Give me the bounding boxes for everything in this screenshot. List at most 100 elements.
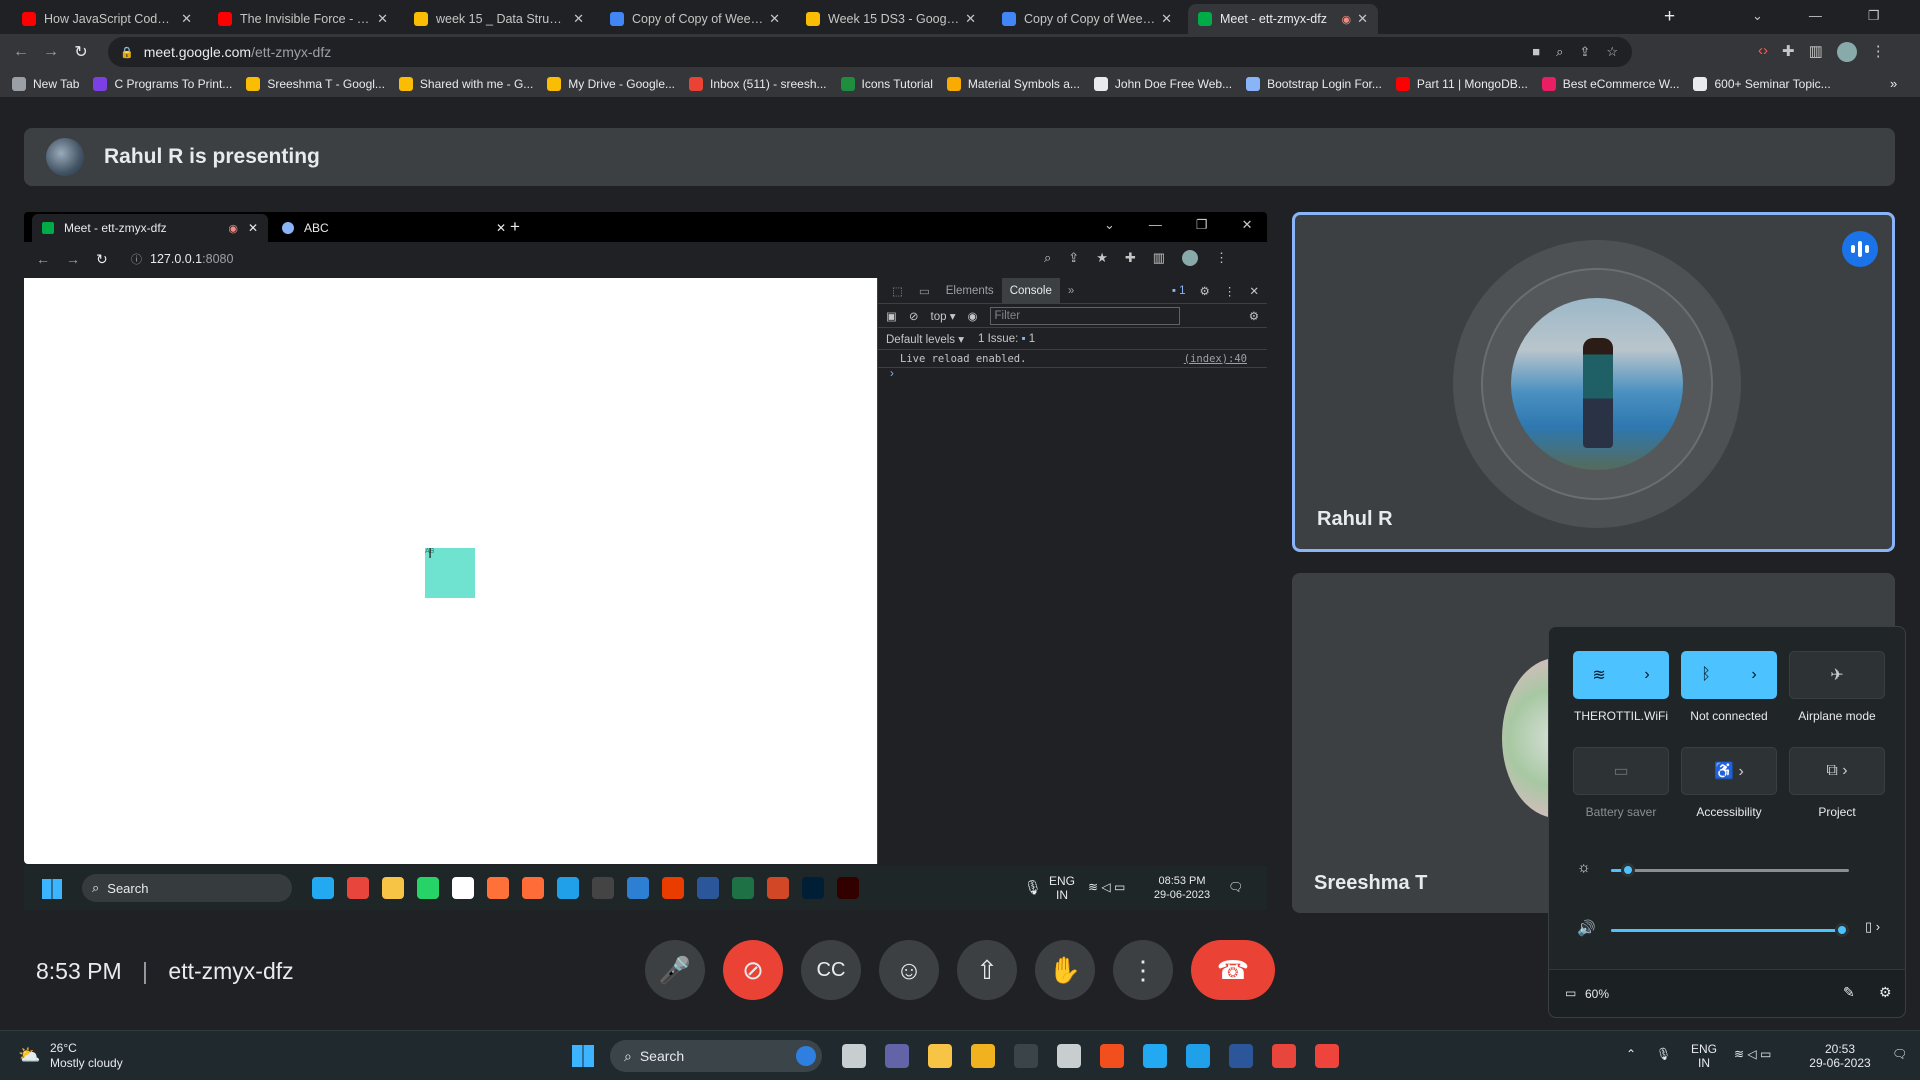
close-tab-icon[interactable]: ✕ bbox=[965, 11, 976, 27]
bookmark-item[interactable]: Shared with me - G... bbox=[398, 76, 533, 91]
chevron-down-icon[interactable]: ⌄ bbox=[1752, 8, 1763, 24]
minimize-icon[interactable]: — bbox=[1809, 8, 1822, 24]
project-toggle[interactable]: ⧉ › bbox=[1789, 747, 1885, 795]
sidepanel-icon[interactable]: ▥ bbox=[1809, 42, 1823, 62]
captions-button[interactable]: CC bbox=[801, 940, 861, 1000]
weather-widget[interactable]: 26°C Mostly cloudy bbox=[50, 1041, 123, 1071]
bookmark-item[interactable]: Icons Tutorial bbox=[840, 76, 933, 91]
brightness-knob[interactable] bbox=[1620, 863, 1635, 877]
browser-tab[interactable]: Copy of Copy of Week 3_ Data S ✕ bbox=[992, 4, 1182, 34]
vscode-icon[interactable] bbox=[1143, 1044, 1167, 1068]
bookmark-item[interactable]: Best eCommerce W... bbox=[1541, 76, 1679, 91]
app-icon[interactable] bbox=[1057, 1044, 1081, 1068]
bookmark-item[interactable]: Inbox (511) - sreesh... bbox=[689, 76, 827, 91]
dell-icon[interactable] bbox=[1014, 1044, 1038, 1068]
close-tab-icon[interactable]: ✕ bbox=[769, 11, 780, 27]
airplane-toggle[interactable]: ✈ bbox=[1789, 651, 1885, 699]
browser-tab[interactable]: How JavaScript Code is executed ✕ bbox=[12, 4, 202, 34]
windows-start-icon[interactable] bbox=[572, 1045, 594, 1067]
raise-hand-button[interactable]: ✋ bbox=[1035, 940, 1095, 1000]
camera-off-button[interactable]: ⊘ bbox=[723, 940, 783, 1000]
back-icon[interactable]: ← bbox=[6, 43, 36, 61]
camera-icon[interactable]: ■ bbox=[1532, 44, 1540, 60]
bookmark-item[interactable]: John Doe Free Web... bbox=[1093, 76, 1232, 91]
chevron-right-icon[interactable]: › bbox=[1751, 666, 1756, 684]
bluetooth-toggle[interactable]: ᛒ › bbox=[1681, 651, 1777, 699]
zoom-icon[interactable]: ⌕ bbox=[1556, 44, 1563, 60]
network-volume-battery-icons[interactable]: ≋ ◁ ▭ bbox=[1734, 1047, 1771, 1061]
bookmark-item[interactable]: My Drive - Google... bbox=[547, 76, 675, 91]
extensions-icon[interactable]: ✚ bbox=[1782, 42, 1795, 62]
bookmark-item[interactable]: Part 11 | MongoDB... bbox=[1395, 76, 1528, 91]
accessibility-toggle[interactable]: ♿ › bbox=[1681, 747, 1777, 795]
browser-tab[interactable]: Meet - ett-zmyx-dfz ◉ ✕ bbox=[1188, 4, 1378, 34]
browser-tab[interactable]: week 15 _ Data Structure - Goog ✕ bbox=[404, 4, 594, 34]
anydesk-icon[interactable] bbox=[1315, 1044, 1339, 1068]
taskbar-clock[interactable]: 20:53 29-06-2023 bbox=[1804, 1042, 1876, 1070]
figma-icon[interactable] bbox=[1100, 1044, 1124, 1068]
close-tab-icon[interactable]: ✕ bbox=[1357, 11, 1368, 27]
teams-icon[interactable] bbox=[885, 1044, 909, 1068]
audio-output-icon[interactable]: ▯ › bbox=[1865, 919, 1880, 935]
browser-tab[interactable]: The Invisible Force - self-image ✕ bbox=[208, 4, 398, 34]
bookmark-label: C Programs To Print... bbox=[114, 76, 233, 91]
bookmark-item[interactable]: Sreeshma T - Googl... bbox=[246, 76, 385, 91]
menu-icon[interactable]: ⋮ bbox=[1871, 42, 1886, 62]
volume-knob[interactable] bbox=[1834, 923, 1849, 937]
restore-icon[interactable]: ❐ bbox=[1868, 8, 1880, 24]
forward-icon[interactable]: → bbox=[36, 43, 66, 61]
taskbar-search[interactable]: ⌕ Search bbox=[610, 1040, 822, 1072]
participant-tile[interactable]: Rahul R bbox=[1292, 212, 1895, 552]
present-button[interactable]: ⇧ bbox=[957, 940, 1017, 1000]
brightness-slider[interactable] bbox=[1611, 869, 1849, 872]
bookmark-item[interactable]: 600+ Seminar Topic... bbox=[1693, 76, 1831, 91]
star-icon[interactable]: ☆ bbox=[1606, 44, 1618, 60]
shared-address-bar: ⓘ 127.0.0.1:8080 bbox=[131, 246, 1031, 272]
address-bar[interactable]: 🔒 meet.google.com/ett-zmyx-dfz ■ ⌕ ⇪ ☆ bbox=[108, 37, 1632, 67]
word-icon[interactable] bbox=[1229, 1044, 1253, 1068]
tab-title: Week 15 DS3 - Google Drive bbox=[828, 12, 959, 26]
settings-icon[interactable]: ⚙ bbox=[1879, 984, 1892, 1001]
more-options-button[interactable]: ⋮ bbox=[1113, 940, 1173, 1000]
close-tab-icon[interactable]: ✕ bbox=[573, 11, 584, 27]
microphone-button[interactable]: 🎤 bbox=[645, 940, 705, 1000]
edit-icon[interactable]: ✎ bbox=[1843, 984, 1855, 1001]
devtools-extension-icon[interactable]: ‹› bbox=[1758, 42, 1768, 62]
edge-icon[interactable] bbox=[1186, 1044, 1210, 1068]
weather-icon[interactable]: ⛅ bbox=[18, 1045, 40, 1066]
reload-icon[interactable]: ↻ bbox=[66, 42, 96, 62]
task-view-icon[interactable] bbox=[842, 1044, 866, 1068]
store-icon[interactable] bbox=[971, 1044, 995, 1068]
close-tab-icon[interactable]: ✕ bbox=[377, 11, 388, 27]
chrome-icon[interactable] bbox=[1272, 1044, 1296, 1068]
browser-tab[interactable]: Copy of Copy of Week 3_ Data S ✕ bbox=[600, 4, 790, 34]
close-tab-icon[interactable]: ✕ bbox=[181, 11, 192, 27]
bookmark-icon bbox=[689, 76, 703, 91]
new-tab-icon[interactable]: + bbox=[1664, 6, 1675, 28]
more-bookmarks-icon[interactable]: » bbox=[1890, 76, 1897, 91]
taskbar-time: 20:53 bbox=[1824, 1042, 1856, 1056]
language-indicator[interactable]: ENG IN bbox=[1684, 1042, 1724, 1070]
close-tab-icon[interactable]: ✕ bbox=[1161, 11, 1172, 27]
bookmark-item[interactable]: Bootstrap Login For... bbox=[1246, 76, 1382, 91]
profile-avatar[interactable] bbox=[1836, 42, 1857, 62]
reload-icon: ↻ bbox=[96, 250, 108, 267]
browser-tab[interactable]: Week 15 DS3 - Google Drive ✕ bbox=[796, 4, 986, 34]
wifi-toggle[interactable]: ≋ › bbox=[1573, 651, 1669, 699]
file-explorer-icon[interactable] bbox=[928, 1044, 952, 1068]
issues-badge-count: 1 bbox=[1179, 284, 1186, 297]
battery-saver-toggle[interactable]: ▭ bbox=[1573, 747, 1669, 795]
meet-icon bbox=[42, 222, 54, 234]
chevron-up-icon[interactable]: ⌃ bbox=[1626, 1047, 1636, 1061]
chevron-right-icon[interactable]: › bbox=[1644, 666, 1649, 684]
meeting-info: 8:53 PM | ett-zmyx-dfz bbox=[36, 958, 294, 985]
notification-icon[interactable]: 🗨 bbox=[1892, 1047, 1907, 1061]
devtools-tabs: ⬚ ▭ Elements Console » ▪ 1 ⚙ ⋮ ✕ bbox=[878, 277, 1267, 304]
share-icon[interactable]: ⇪ bbox=[1579, 44, 1590, 60]
mic-icon[interactable]: 🎙 bbox=[1656, 1047, 1671, 1061]
bookmark-item[interactable]: New Tab bbox=[12, 76, 79, 91]
bookmark-item[interactable]: Material Symbols a... bbox=[946, 76, 1080, 91]
bookmark-item[interactable]: C Programs To Print... bbox=[93, 76, 233, 91]
emoji-button[interactable]: ☺ bbox=[879, 940, 939, 1000]
leave-call-button[interactable]: ☎ bbox=[1191, 940, 1275, 1000]
